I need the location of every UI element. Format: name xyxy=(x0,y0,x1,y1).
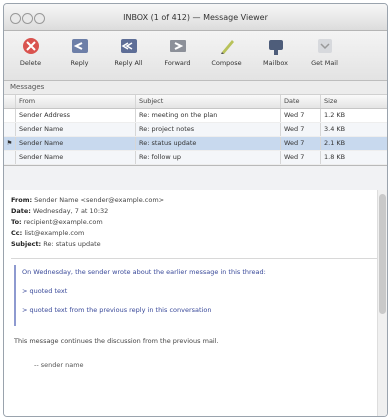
column-header-date[interactable]: Date xyxy=(281,95,321,108)
quote-line: > quoted text xyxy=(22,287,68,295)
quoted-text: On Wednesday, the sender wrote about the… xyxy=(14,265,377,326)
get-mail-icon xyxy=(315,36,335,56)
size-cell: 2.1 KB xyxy=(324,139,346,147)
header-to-label: To: xyxy=(11,218,22,226)
delete-button[interactable]: Delete xyxy=(10,36,51,67)
flag-cell xyxy=(4,151,16,164)
message-row[interactable]: Sender Address Re: meeting on the plan W… xyxy=(4,109,387,123)
flag-cell xyxy=(4,123,16,136)
flag-cell xyxy=(4,109,16,122)
zoom-icon[interactable] xyxy=(34,13,45,24)
reply-all-label: Reply All xyxy=(114,59,143,67)
quote-line: On Wednesday, the sender wrote about the… xyxy=(22,268,266,276)
compose-icon xyxy=(217,36,237,56)
date-cell: Wed 7 xyxy=(281,137,321,150)
header-from-value: Sender Name <sender@example.com> xyxy=(34,196,165,204)
subject-cell: Re: status update xyxy=(136,137,281,150)
size-cell: 1.8 KB xyxy=(324,153,346,161)
from-cell: Sender Address xyxy=(16,109,136,122)
size-cell: 1.2 KB xyxy=(324,111,346,119)
forward-label: Forward xyxy=(164,59,191,67)
minimize-icon[interactable] xyxy=(22,13,33,24)
reply-label: Reply xyxy=(70,59,89,67)
from-cell: Sender Name xyxy=(16,137,136,150)
column-header-subject[interactable]: Subject xyxy=(136,95,281,108)
message-row-selected[interactable]: ⚑ Sender Name Re: status update Wed 7 2.… xyxy=(4,137,387,151)
header-subject-value: Re: status update xyxy=(43,240,101,248)
header-from: From: Sender Name <sender@example.com> xyxy=(11,195,380,206)
delete-icon xyxy=(21,36,41,56)
header-to-value: recipient@example.com xyxy=(23,218,103,226)
subject-cell: Re: meeting on the plan xyxy=(136,109,281,122)
message-headers: From: Sender Name <sender@example.com> D… xyxy=(4,190,387,255)
messages-section-label: Messages xyxy=(4,81,387,95)
flag-icon[interactable]: ⚑ xyxy=(4,137,16,150)
header-subject: Subject: Re: status update xyxy=(11,239,380,250)
header-to: To: recipient@example.com xyxy=(11,217,380,228)
header-date: Date: Wednesday, 7 at 10:32 xyxy=(11,206,380,217)
header-date-label: Date: xyxy=(11,207,31,215)
list-header: From Subject Date Size xyxy=(4,95,387,109)
header-cc: Cc: list@example.com xyxy=(11,228,380,239)
column-header-size[interactable]: Size xyxy=(321,95,376,108)
header-subject-label: Subject: xyxy=(11,240,42,248)
reply-icon xyxy=(70,36,90,56)
mailbox-button[interactable]: Mailbox xyxy=(255,36,296,67)
compose-button[interactable]: Compose xyxy=(206,36,247,67)
message-row[interactable]: Sender Name Re: project notes Wed 7 3.4 … xyxy=(4,123,387,137)
date-cell: Wed 7 xyxy=(281,151,321,164)
compose-label: Compose xyxy=(211,59,242,67)
window-title: INBOX (1 of 412) — Message Viewer xyxy=(123,12,268,22)
forward-button[interactable]: Forward xyxy=(157,36,198,67)
close-icon[interactable] xyxy=(10,13,21,24)
subject-cell: Re: follow up xyxy=(136,151,281,164)
reply-all-icon xyxy=(119,36,139,56)
size-cell: 3.4 KB xyxy=(324,125,346,133)
title-bar[interactable]: INBOX (1 of 412) — Message Viewer xyxy=(4,4,387,31)
date-cell: Wed 7 xyxy=(281,109,321,122)
delete-label: Delete xyxy=(19,59,42,67)
column-header-flag[interactable] xyxy=(4,95,16,108)
mailbox-label: Mailbox xyxy=(263,59,288,67)
reply-all-button[interactable]: Reply All xyxy=(108,36,149,67)
forward-icon xyxy=(168,36,188,56)
header-from-label: From: xyxy=(11,196,33,204)
header-cc-label: Cc: xyxy=(11,229,23,237)
header-divider xyxy=(11,258,380,259)
mailbox-icon xyxy=(266,36,286,56)
message-preview: From: Sender Name <sender@example.com> D… xyxy=(4,190,387,416)
reply-button[interactable]: Reply xyxy=(59,36,100,67)
from-cell: Sender Name xyxy=(16,151,136,164)
date-cell: Wed 7 xyxy=(281,123,321,136)
from-cell: Sender Name xyxy=(16,123,136,136)
message-signature: -- sender name xyxy=(34,361,84,369)
mail-window: INBOX (1 of 412) — Message Viewer Delete… xyxy=(3,3,388,417)
message-row[interactable]: Sender Name Re: follow up Wed 7 1.8 KB xyxy=(4,151,387,165)
column-header-from[interactable]: From xyxy=(16,95,136,108)
quote-line: > quoted text from the previous reply in… xyxy=(22,306,212,314)
header-date-value: Wednesday, 7 at 10:32 xyxy=(32,207,109,215)
subject-cell: Re: project notes xyxy=(136,123,281,136)
header-cc-value: list@example.com xyxy=(24,229,85,237)
message-list: From Subject Date Size Sender Address Re… xyxy=(4,95,387,166)
preview-scrollbar[interactable] xyxy=(377,190,387,416)
toolbar: Delete Reply Reply All Forward Compose M… xyxy=(4,31,387,81)
message-body: This message continues the discussion fr… xyxy=(14,337,219,345)
get-mail-label: Get Mail xyxy=(311,59,338,67)
scrollbar-thumb[interactable] xyxy=(379,194,386,314)
get-mail-button[interactable]: Get Mail xyxy=(304,36,345,67)
